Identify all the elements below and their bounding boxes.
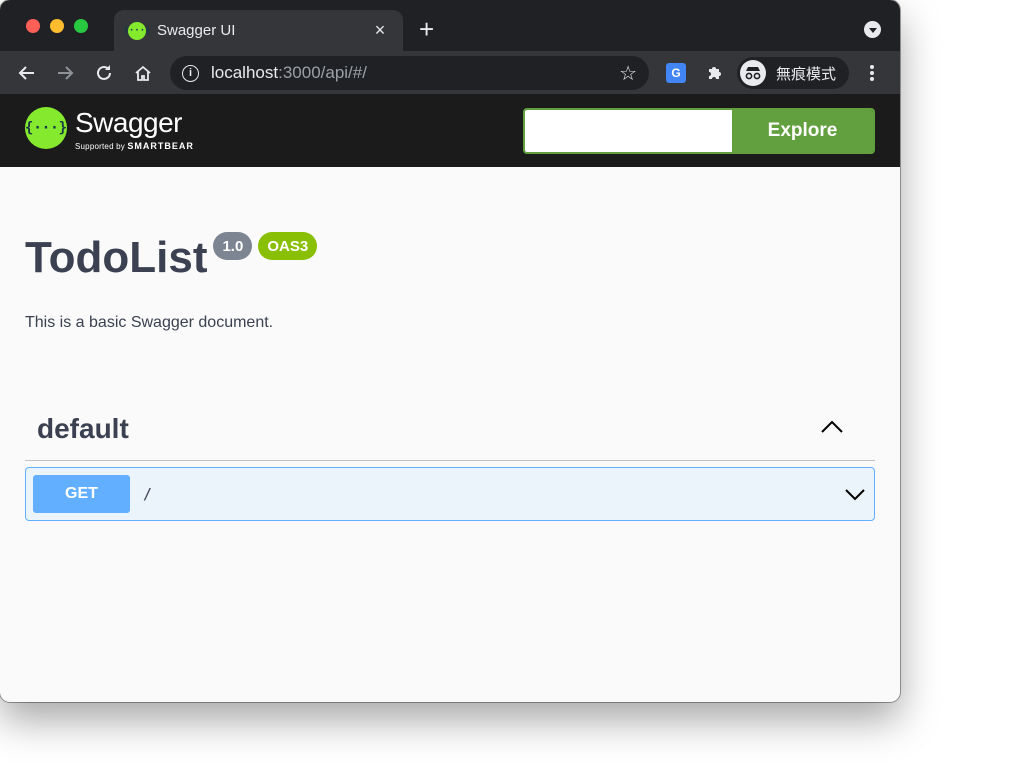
chevron-up-icon[interactable] (819, 418, 845, 436)
oas-badge: OAS3 (258, 232, 318, 260)
tab-title: Swagger UI (157, 22, 236, 39)
new-tab-button[interactable]: + (419, 14, 434, 44)
url-path: :3000/api/#/ (278, 63, 367, 82)
swagger-favicon-icon: {···} (123, 21, 151, 40)
back-icon (18, 66, 34, 80)
browser-toolbar: i localhost:3000/api/#/ ☆ G 無痕模式 (0, 51, 900, 94)
browser-window: {···} Swagger UI × + i localhost:3000/ap… (0, 0, 900, 702)
forward-button[interactable] (51, 59, 79, 87)
incognito-label: 無痕模式 (776, 65, 837, 83)
chevron-down-icon[interactable] (844, 487, 866, 501)
swagger-logo[interactable]: {···} Swagger Supported by SMARTBEAR (25, 107, 194, 151)
logo-name: Swagger (75, 107, 183, 138)
url-text[interactable]: localhost:3000/api/#/ (211, 63, 619, 83)
swagger-logo-icon: {···} (25, 107, 67, 149)
operation-path: / (143, 485, 153, 503)
star-icon[interactable]: ☆ (619, 61, 637, 86)
reload-icon (97, 65, 111, 80)
tab-close-icon[interactable]: × (371, 20, 389, 41)
spec-url-input[interactable] (525, 110, 732, 152)
method-badge: GET (33, 475, 130, 513)
tab-swagger-ui[interactable]: {···} Swagger UI × (114, 10, 403, 51)
translate-extension-button[interactable]: G (663, 60, 689, 86)
tag-name: default (37, 413, 129, 444)
api-info: TodoList 1.0 OAS3 (25, 228, 318, 288)
swagger-topbar: {···} Swagger Supported by SMARTBEAR Exp… (0, 94, 900, 167)
maximize-window-button[interactable] (74, 19, 88, 33)
api-description: This is a basic Swagger document. (25, 314, 274, 331)
minimize-window-button[interactable] (50, 19, 64, 33)
api-title: TodoList (25, 233, 208, 282)
version-badge: 1.0 (213, 232, 253, 260)
reload-button[interactable] (90, 59, 118, 87)
logo-subtitle: Supported by SMARTBEAR (75, 141, 194, 151)
more-icon[interactable] (862, 62, 882, 84)
incognito-indicator[interactable]: 無痕模式 (737, 57, 849, 89)
explore-button[interactable]: Explore (732, 110, 873, 152)
back-button[interactable] (13, 59, 41, 87)
explore-form: Explore (523, 108, 875, 154)
chevron-down-icon (868, 28, 877, 33)
home-icon (135, 65, 151, 81)
tag-header-default[interactable]: default (25, 403, 875, 461)
url-host: localhost (211, 63, 279, 82)
close-window-button[interactable] (26, 19, 40, 33)
home-button[interactable] (129, 59, 157, 87)
puzzle-icon (709, 67, 721, 79)
operation-get-root[interactable]: GET / (25, 467, 875, 521)
translate-icon: G (666, 63, 686, 83)
tab-search-button[interactable] (864, 21, 881, 38)
incognito-icon (740, 60, 766, 86)
address-bar[interactable]: i localhost:3000/api/#/ ☆ (170, 56, 649, 90)
forward-icon (58, 66, 74, 80)
info-icon[interactable]: i (182, 64, 199, 82)
tab-strip: {···} Swagger UI × + (0, 0, 900, 51)
extensions-button[interactable] (702, 60, 728, 86)
